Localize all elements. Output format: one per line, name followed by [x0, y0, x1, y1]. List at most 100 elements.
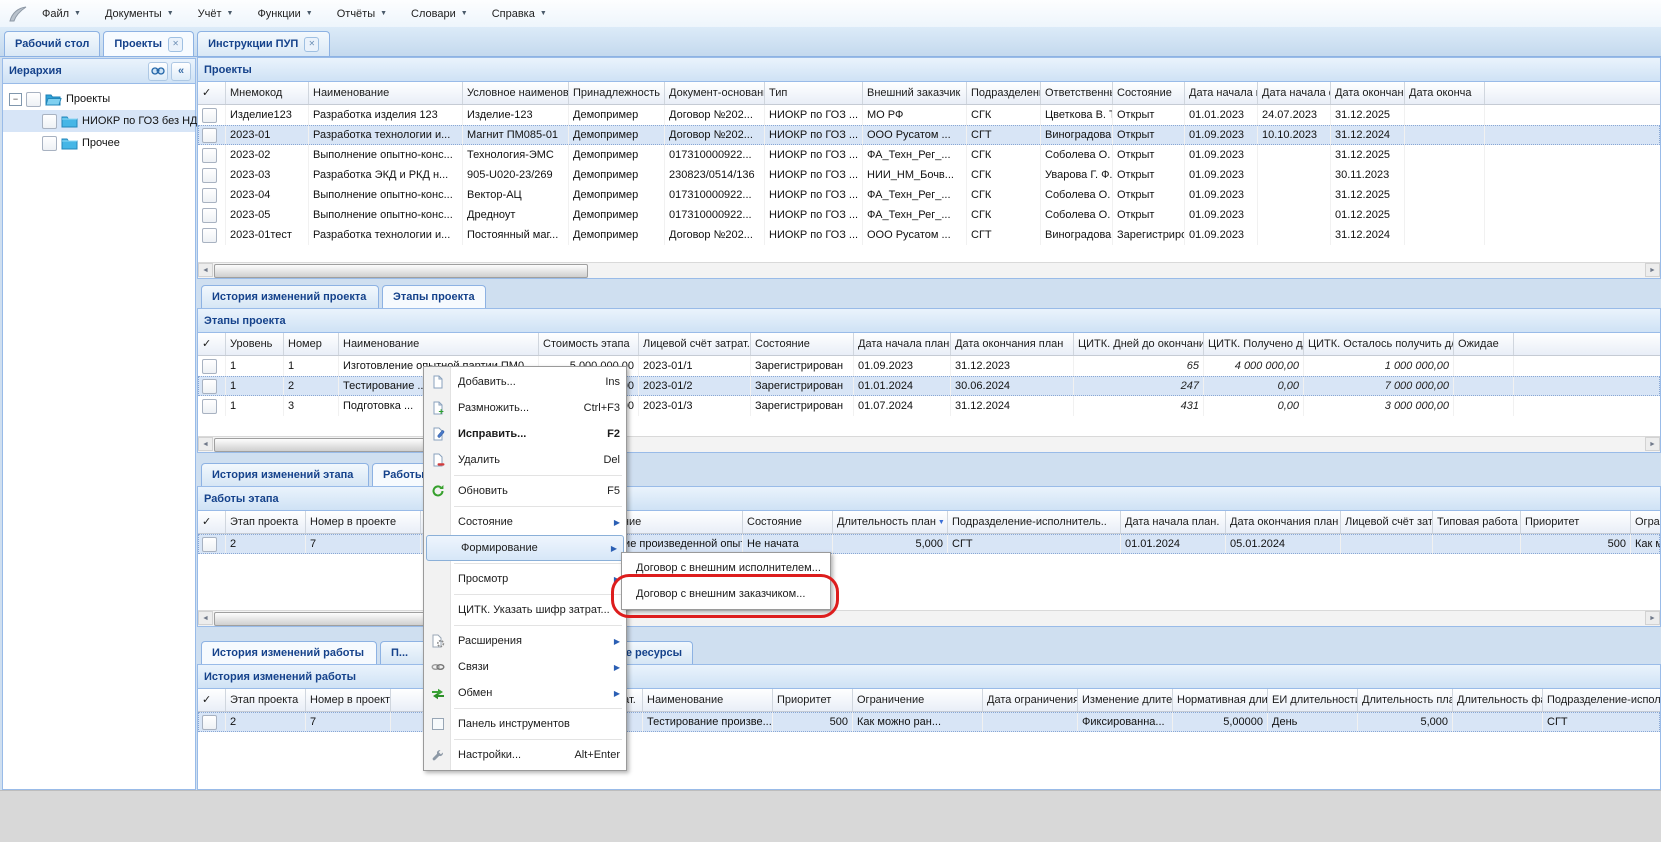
column-header-10[interactable]: Нормативная длит [1173, 689, 1268, 711]
menubar-item-3[interactable]: Функции▼ [245, 5, 324, 23]
tree-checkbox[interactable] [42, 136, 57, 151]
table-row[interactable]: 2023-03Разработка ЭКД и РКД н...905-U020… [198, 165, 1660, 185]
row-checkbox[interactable] [202, 228, 217, 243]
menubar-item-1[interactable]: Документы▼ [93, 5, 186, 23]
table-row[interactable]: Изделие123Разработка изделия 123Изделие-… [198, 105, 1660, 125]
row-checkbox[interactable] [202, 168, 217, 183]
table-row[interactable]: 12Тестирование ...7 000 000,002023-01/2З… [198, 376, 1660, 396]
column-header-13[interactable]: Ограничение [1631, 511, 1660, 533]
column-header-8[interactable]: Подразделение-от... [967, 82, 1041, 104]
column-header-6[interactable]: Приоритет [773, 689, 853, 711]
column-header-5[interactable]: Документ-основание [665, 82, 765, 104]
column-header-12[interactable]: Приоритет [1521, 511, 1631, 533]
column-header-12[interactable]: Ожидае [1454, 333, 1514, 355]
context-menu-item-12[interactable]: ЦИТК. Указать шифр затрат... [424, 597, 626, 623]
column-header-5[interactable]: Наименование [643, 689, 773, 711]
column-header-2[interactable]: Номер в проекте [306, 689, 391, 711]
table-row[interactable]: 2023-01тестРазработка технологии и...Пос… [198, 225, 1660, 245]
row-checkbox[interactable] [202, 108, 217, 123]
column-header-6[interactable]: Тип [765, 82, 863, 104]
tree-item-1[interactable]: НИОКР по ГОЗ без НДС [3, 110, 195, 132]
tab-0[interactable]: Рабочий стол [4, 31, 100, 56]
column-header-14[interactable]: Подразделение-исполнитель [1543, 689, 1660, 711]
column-header-9[interactable]: Изменение длител... [1078, 689, 1173, 711]
horizontal-scrollbar[interactable]: ◄► [198, 436, 1660, 452]
context-menu-item-5[interactable]: ОбновитьF5 [424, 478, 626, 504]
context-menu-item-10[interactable]: Просмотр▶ [424, 566, 626, 592]
column-header-4[interactable]: Стоимость этапа [539, 333, 639, 355]
scroll-left-icon[interactable]: ◄ [198, 611, 213, 625]
tree-checkbox[interactable] [26, 92, 41, 107]
table-row[interactable]: 2023-05Выполнение опытно-конс...Дредноут… [198, 205, 1660, 225]
column-header-2[interactable]: Наименование [309, 82, 463, 104]
column-header-8[interactable]: Дата окончания план [951, 333, 1074, 355]
table-row[interactable]: 2023-04Выполнение опытно-конс...Вектор-А… [198, 185, 1660, 205]
column-header-7[interactable]: Ограничение [853, 689, 983, 711]
column-header-10[interactable]: Лицевой счёт затр [1341, 511, 1433, 533]
search-icon[interactable] [148, 62, 168, 81]
column-header-0[interactable]: ✓ [198, 511, 226, 533]
column-header-9[interactable]: Дата окончания план [1226, 511, 1341, 533]
column-header-2[interactable]: Номер в проекте [306, 511, 421, 533]
column-header-8[interactable]: Дата начала план. [1121, 511, 1226, 533]
column-header-11[interactable]: ЦИТК. Осталось получить д/с [1304, 333, 1454, 355]
row-checkbox[interactable] [202, 208, 217, 223]
tab-2[interactable]: Инструкции ПУП✕ [197, 31, 330, 56]
context-menu-item-20[interactable]: Настройки...Alt+Enter [424, 742, 626, 768]
scroll-right-icon[interactable]: ► [1645, 437, 1660, 451]
column-header-4[interactable]: Принадлежность [569, 82, 665, 104]
context-menu-item-1[interactable]: +Размножить...Ctrl+F3 [424, 395, 626, 421]
scroll-right-icon[interactable]: ► [1645, 263, 1660, 277]
context-menu-item-14[interactable]: Расширения▶ [424, 628, 626, 654]
context-menu-item-15[interactable]: Связи▶ [424, 654, 626, 680]
row-checkbox[interactable] [202, 188, 217, 203]
table-row[interactable]: 27Тестирование произведенной опыт...Не н… [198, 534, 1660, 554]
context-menu-item-3[interactable]: УдалитьDel [424, 447, 626, 473]
table-row[interactable]: 2023-02Выполнение опытно-конс...Технолог… [198, 145, 1660, 165]
row-checkbox[interactable] [202, 537, 217, 552]
context-menu-item-7[interactable]: Состояние▶ [424, 509, 626, 535]
column-header-2[interactable]: Номер [284, 333, 339, 355]
row-checkbox[interactable] [202, 379, 217, 394]
tab-История изменений этапа[interactable]: История изменений этапа [201, 463, 369, 486]
column-header-13[interactable]: Дата окончания пл [1331, 82, 1405, 104]
column-header-0[interactable]: ✓ [198, 82, 226, 104]
column-header-1[interactable]: Уровень [226, 333, 284, 355]
column-header-13[interactable]: Длительность факт [1453, 689, 1543, 711]
tab-1[interactable]: Проекты✕ [103, 31, 194, 56]
horizontal-scrollbar[interactable]: ◄► [198, 610, 1660, 626]
scroll-left-icon[interactable]: ◄ [198, 437, 213, 451]
context-menu-item-18[interactable]: Панель инструментов [424, 711, 626, 737]
table-row[interactable]: 13Подготовка ...3 000 000,002023-01/3Зар… [198, 396, 1660, 416]
column-header-6[interactable]: Состояние [751, 333, 854, 355]
row-checkbox[interactable] [202, 399, 217, 414]
horizontal-scrollbar[interactable]: ◄► [198, 262, 1660, 278]
column-header-12[interactable]: Длительность план [1358, 689, 1453, 711]
scroll-right-icon[interactable]: ► [1645, 611, 1660, 625]
column-header-7[interactable]: Внешний заказчик [863, 82, 967, 104]
menubar-item-4[interactable]: Отчёты▼ [325, 5, 399, 23]
scroll-left-icon[interactable]: ◄ [198, 263, 213, 277]
scrollbar-thumb[interactable] [214, 264, 588, 278]
column-header-7[interactable]: Подразделение-исполнитель.. [948, 511, 1121, 533]
collapse-icon[interactable]: « [171, 62, 191, 81]
close-tab-icon[interactable]: ✕ [304, 37, 319, 52]
column-header-6[interactable]: Длительность план▼ [833, 511, 948, 533]
column-header-3[interactable]: Условное наименование [463, 82, 569, 104]
column-header-11[interactable]: Дата начала план. [1185, 82, 1258, 104]
context-menu-item-8[interactable]: Формирование▶ [426, 535, 624, 561]
column-header-0[interactable]: ✓ [198, 689, 226, 711]
menubar-item-6[interactable]: Справка▼ [480, 5, 559, 23]
row-checkbox[interactable] [202, 359, 217, 374]
column-header-14[interactable]: Дата оконча [1405, 82, 1485, 104]
column-header-7[interactable]: Дата начала план [854, 333, 951, 355]
tree-checkbox[interactable] [42, 114, 57, 129]
column-header-9[interactable]: ЦИТК. Дней до окончания [1074, 333, 1204, 355]
submenu-item-1[interactable]: Договор с внешним заказчиком... [622, 581, 830, 607]
tab-История изменений проекта[interactable]: История изменений проекта [201, 285, 379, 308]
collapse-node-icon[interactable]: − [9, 93, 22, 106]
column-header-11[interactable]: ЕИ длительности [1268, 689, 1358, 711]
column-header-10[interactable]: Состояние [1113, 82, 1185, 104]
table-row[interactable]: 11Изготовление опытной партии ПМ0...5 00… [198, 356, 1660, 376]
column-header-1[interactable]: Этап проекта [226, 689, 306, 711]
